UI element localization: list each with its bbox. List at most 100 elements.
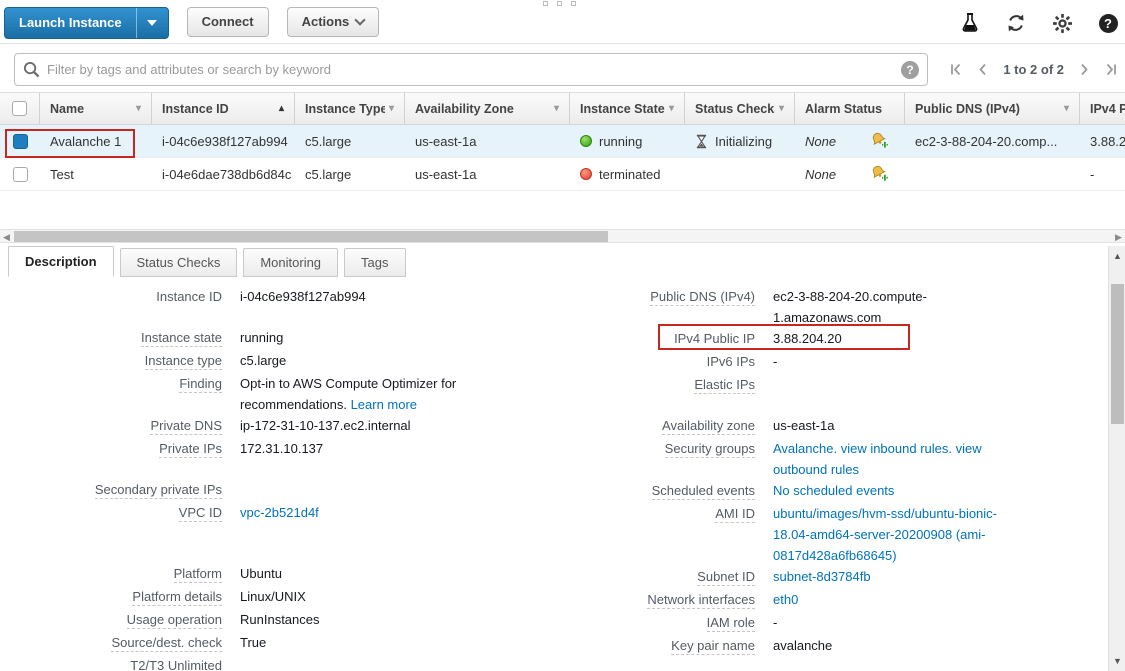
detail-link[interactable]: No scheduled events [773,483,894,498]
filter-help-icon[interactable]: ? [901,61,919,79]
detail-row: Private DNSip-172-31-10-137.ec2.internal [57,415,527,438]
row-checkbox-cell[interactable] [0,158,40,190]
detail-text: c5.large [240,353,286,368]
connect-label: Connect [202,8,254,36]
detail-value: 172.31.10.137 [240,438,465,461]
cell-name: Avalanche 1 [40,125,152,157]
detail-value: - [773,351,1018,374]
panel-resize-handle[interactable] [543,1,576,6]
column-header-instance-id[interactable]: Instance ID▴ [152,93,295,124]
row-checkbox-cell[interactable] [0,125,40,157]
column-header-availability-zone[interactable]: Availability Zone▾ [405,93,570,124]
tab-tags[interactable]: Tags [344,248,405,277]
experiment-flask-icon[interactable] [959,12,981,34]
search-icon [23,61,40,78]
settings-gear-icon[interactable] [1051,12,1073,34]
next-page-icon[interactable] [1080,63,1089,76]
help-icon[interactable]: ? [1097,12,1119,34]
cell-public-dns: ec2-3-88-204-20.comp... [905,125,1080,157]
horizontal-scrollbar-thumb[interactable] [14,231,608,242]
detail-text: Ubuntu [240,566,282,581]
detail-link[interactable]: eth0 [773,592,798,607]
vertical-scrollbar[interactable]: ▲ ▼ [1108,246,1125,671]
detail-text: Opt-in to AWS Compute Optimizer for reco… [240,376,456,412]
pagination-count: 1 to 2 of 2 [1003,62,1064,77]
detail-text: 3.88.204.20 [773,331,842,346]
scroll-up-icon[interactable]: ▲ [1109,248,1125,264]
detail-text: Linux/UNIX [240,589,306,604]
horizontal-scrollbar[interactable]: ◀ ▶ [0,229,1125,243]
column-header-status-checks[interactable]: Status Checks▾ [685,93,795,124]
detail-row: Instance staterunning [57,327,527,350]
detail-label: Private DNS [57,415,222,438]
cell-status-checks: Initializing [685,125,795,157]
table-row[interactable]: Avalanche 1i-04c6e938f127ab994c5.largeus… [0,125,1125,158]
select-all-checkbox[interactable] [12,101,27,116]
detail-row: PlatformUbuntu [57,563,527,586]
detail-row: AMI IDubuntu/images/hvm-ssd/ubuntu-bioni… [635,503,1055,566]
scroll-down-icon[interactable]: ▼ [1109,653,1125,669]
detail-value: ubuntu/images/hvm-ssd/ubuntu-bionic-18.0… [773,503,1018,566]
detail-link[interactable]: Learn more [351,397,417,412]
detail-row: IPv4 Public IP3.88.204.20 [635,328,1055,351]
filter-input[interactable] [47,62,901,77]
detail-label: Private IPs [57,438,222,461]
detail-link[interactable]: ubuntu/images/hvm-ssd/ubuntu-bionic-18.0… [773,506,997,563]
detail-row: Scheduled eventsNo scheduled events [635,480,1055,503]
cell-public-ip: - [1080,158,1125,190]
detail-link[interactable]: vpc-2b521d4f [240,505,319,520]
actions-button[interactable]: Actions [287,7,380,37]
detail-row: Private IPs 172.31.10.137 [57,438,527,461]
prev-page-icon[interactable] [978,63,987,76]
select-all-checkbox-header[interactable] [0,93,40,124]
detail-label: Instance state [57,327,222,350]
table-body: Avalanche 1i-04c6e938f127ab994c5.largeus… [0,125,1125,191]
detail-link[interactable]: subnet-8d3784fb [773,569,871,584]
launch-instance-button[interactable]: Launch Instance [4,7,169,39]
tab-description[interactable]: Description [8,246,114,277]
detail-link[interactable]: Avalanche. view inbound rules. view outb… [773,441,982,477]
instance-state-dot [580,135,592,147]
sort-arrow-icon: ▴ [279,103,284,114]
sort-arrow-icon: ▾ [554,103,559,114]
detail-label: IPv6 IPs [635,351,755,374]
column-header-public-dns-ipv4-[interactable]: Public DNS (IPv4)▾ [905,93,1080,124]
instance-state-label: terminated [599,167,660,182]
scroll-right-icon[interactable]: ▶ [1112,231,1125,243]
tab-status-checks[interactable]: Status Checks [120,248,238,277]
table-row[interactable]: Testi-04e6dae738db6d84cc5.largeus-east-1… [0,158,1125,191]
column-header-name[interactable]: Name▾ [40,93,152,124]
detail-value: 3.88.204.20 [773,328,1018,351]
vertical-scrollbar-thumb[interactable] [1111,284,1124,424]
column-header-instance-state[interactable]: Instance State▾ [570,93,685,124]
add-alarm-bell-icon[interactable] [870,131,889,152]
row-checkbox[interactable] [13,134,28,149]
search-box[interactable]: ? [14,53,928,86]
detail-value: c5.large [240,350,465,373]
column-header-alarm-status[interactable]: Alarm Status [795,93,905,124]
row-checkbox[interactable] [13,167,28,182]
detail-text: - [773,615,777,630]
column-label: Instance Type [305,102,385,116]
detail-label: Finding [57,373,222,415]
cell-instance-state: running [570,125,685,157]
detail-row: Source/dest. checkTrue [57,632,527,655]
detail-value [773,374,1018,397]
launch-instance-dropdown[interactable] [136,8,168,38]
column-header-ipv4-public-ip[interactable]: IPv4 Public IP [1080,93,1125,124]
detail-label: Availability zone [635,415,755,438]
connect-button[interactable]: Connect [187,7,269,37]
add-alarm-bell-icon[interactable] [870,164,889,185]
chevron-down-icon [355,14,366,25]
last-page-icon[interactable] [1105,63,1117,76]
detail-row: Instance typec5.large [57,350,527,373]
refresh-icon[interactable] [1005,12,1027,34]
scroll-left-icon[interactable]: ◀ [0,231,13,243]
detail-row: Instance IDi-04c6e938f127ab994 [57,286,527,309]
tab-monitoring[interactable]: Monitoring [243,248,338,277]
detail-label: Secondary private IPs [57,479,222,502]
detail-label: Instance ID [57,286,222,309]
first-page-icon[interactable] [950,63,962,76]
instance-state-dot [580,168,592,180]
column-header-instance-type[interactable]: Instance Type▾ [295,93,405,124]
